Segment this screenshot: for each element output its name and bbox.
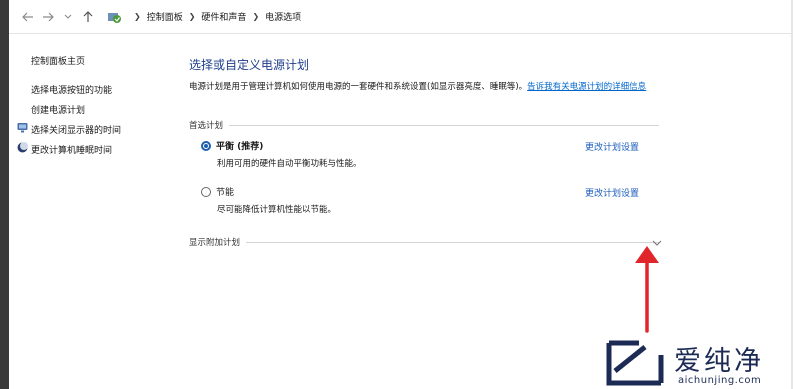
left-window-edge <box>0 0 9 389</box>
section-label: 首选计划 <box>189 121 224 131</box>
page-description: 电源计划是用于管理计算机如何使用电源的一套硬件和系统设置(如显示器亮度、睡眠等)… <box>189 80 659 94</box>
divider <box>229 124 659 126</box>
breadcrumb-separator: ❯ <box>252 12 260 21</box>
description-text: 电源计划是用于管理计算机如何使用电源的一套硬件和系统设置(如显示器亮度、睡眠等)… <box>189 82 528 92</box>
sidebar-home-link[interactable]: 控制面板主页 <box>31 54 85 67</box>
moon-icon <box>17 142 28 153</box>
plan-name: 节能 <box>216 188 235 198</box>
page-title: 选择或自定义电源计划 <box>189 58 310 72</box>
additional-plans-header[interactable]: 显示附加计划 <box>189 236 659 248</box>
divider <box>246 241 659 243</box>
back-button[interactable] <box>18 7 38 27</box>
sidebar-item-power-buttons[interactable]: 选择电源按钮的功能 <box>31 83 112 96</box>
sidebar: 控制面板主页 选择电源按钮的功能 创建电源计划 选择关闭显示器的时间 更改计算机… <box>9 34 179 389</box>
monitor-icon <box>17 122 28 133</box>
plan-power-saver-radio[interactable] <box>201 186 211 197</box>
watermark-text: 爱纯净 <box>674 346 764 377</box>
breadcrumb-power-options[interactable]: 电源选项 <box>265 10 301 23</box>
sidebar-item-label: 选择关闭显示器的时间 <box>31 126 122 136</box>
plan-description: 利用可用的硬件自动平衡功耗与性能。 <box>217 159 362 169</box>
change-plan-settings-link[interactable]: 更改计划设置 <box>585 140 639 153</box>
breadcrumb-separator: ❯ <box>134 12 141 21</box>
recent-locations-button[interactable] <box>58 7 78 27</box>
forward-button[interactable] <box>38 7 58 27</box>
plan-name: 平衡 (推荐) <box>216 142 264 152</box>
control-panel-icon <box>106 9 122 25</box>
back-arrow-icon <box>22 12 33 21</box>
watermark-logo: 爱纯净 aichunjing.com <box>601 337 791 389</box>
breadcrumb-hardware-sound[interactable]: 硬件和声音 <box>201 10 246 23</box>
red-arrow-annotation <box>635 246 659 333</box>
sidebar-item-sleep-time[interactable]: 更改计算机睡眠时间 <box>17 142 113 156</box>
power-plan-info-link[interactable]: 告诉我有关电源计划的详细信息 <box>527 82 646 92</box>
up-button[interactable] <box>78 7 98 27</box>
plan-balanced: 平衡 (推荐) 利用可用的硬件自动平衡功耗与性能。 更改计划设置 <box>201 139 656 169</box>
address-bar: ❯ 控制面板 ❯ 硬件和声音 ❯ 电源选项 <box>9 0 791 34</box>
breadcrumb-control-panel[interactable]: 控制面板 <box>147 10 183 23</box>
sidebar-item-label: 更改计算机睡眠时间 <box>31 146 113 156</box>
forward-arrow-icon <box>43 12 54 21</box>
sidebar-item-display-off[interactable]: 选择关闭显示器的时间 <box>17 123 122 136</box>
sidebar-item-create-plan[interactable]: 创建电源计划 <box>31 103 85 116</box>
change-plan-settings-link[interactable]: 更改计划设置 <box>585 186 639 199</box>
plan-description: 尽可能降低计算机性能以节能。 <box>217 205 337 215</box>
breadcrumb-separator: ❯ <box>188 12 196 21</box>
plan-power-saver: 节能 尽可能降低计算机性能以节能。 更改计划设置 <box>201 185 656 215</box>
watermark-emblem-icon <box>606 340 664 386</box>
up-arrow-icon <box>83 10 93 22</box>
chevron-down-icon <box>64 14 72 19</box>
preferred-plans-header: 首选计划 <box>189 119 659 131</box>
watermark-url: aichunjing.com <box>678 375 762 386</box>
breadcrumb: ❯ 控制面板 ❯ 硬件和声音 ❯ 电源选项 <box>106 9 301 25</box>
section-label: 显示附加计划 <box>189 238 241 248</box>
plan-balanced-radio[interactable] <box>201 140 211 151</box>
